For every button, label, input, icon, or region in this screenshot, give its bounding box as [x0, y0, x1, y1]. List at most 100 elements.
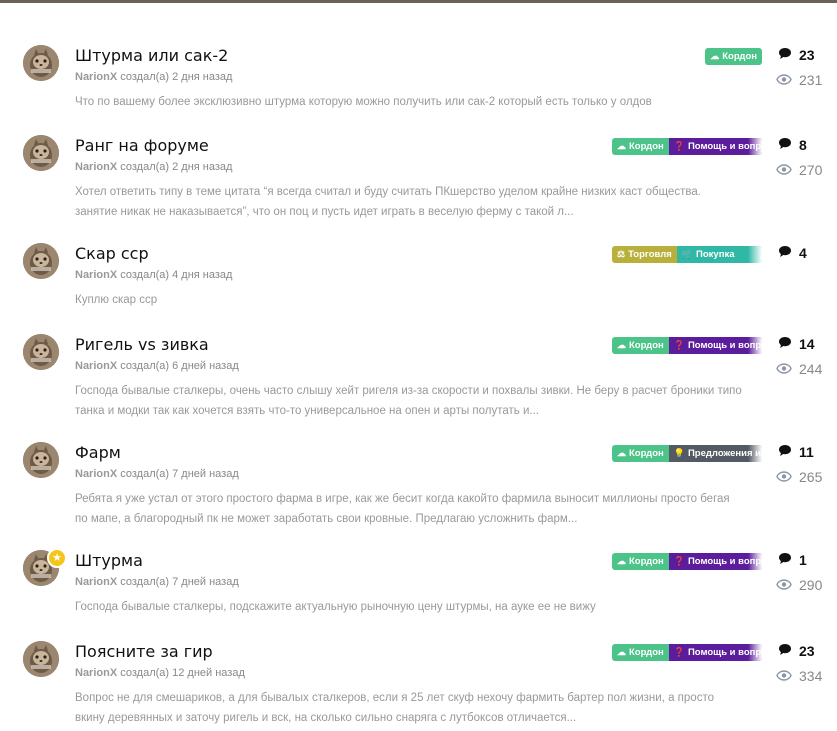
comment-icon — [778, 552, 792, 568]
tag-cloud[interactable]: ☁ Кордон — [705, 48, 762, 65]
topic-excerpt: Что по вашему более эксклюзивно штурма к… — [75, 96, 652, 108]
topic-title[interactable]: Штурма — [75, 551, 143, 571]
topic-title[interactable]: Фарм — [75, 443, 121, 463]
cloud-icon: ☁ — [710, 51, 720, 61]
replies-number: 11 — [799, 444, 814, 460]
author-link[interactable]: NarionX — [75, 360, 117, 372]
eye-icon — [776, 361, 792, 377]
views-count: 270 — [776, 162, 822, 178]
question-icon: ❓ — [673, 141, 685, 151]
eye-icon — [776, 72, 792, 88]
topic-title[interactable]: Ригель vs зивка — [75, 335, 209, 355]
topic-tags: ⚖ Торговля 🛒 Покупка — [612, 246, 762, 263]
tag-label: Кордон — [629, 340, 664, 351]
comment-icon — [778, 643, 792, 659]
comment-icon — [778, 444, 792, 460]
comment-icon — [778, 336, 792, 352]
topic-meta: NarionX создал(а) 7 дней назад — [75, 467, 239, 481]
tag-label: Помощь и вопросы — [687, 340, 762, 351]
tag-cloud[interactable]: ☁ Кордон — [612, 644, 669, 661]
tag-scales[interactable]: ⚖ Торговля — [612, 246, 677, 263]
tag-label: Кордон — [629, 448, 664, 459]
replies-count: 23 — [778, 47, 821, 63]
tag-question[interactable]: ❓Помощь и вопросы — [668, 337, 762, 354]
tag-label: Кордон — [722, 51, 757, 62]
topic-tags: ☁Кордон💡Предложения и идеи — [612, 445, 762, 462]
replies-number: 23 — [799, 643, 815, 659]
tag-cloud[interactable]: ☁ Кордон — [612, 445, 669, 462]
question-icon: ❓ — [673, 556, 685, 566]
author-link[interactable]: NarionX — [75, 468, 117, 480]
question-icon: ❓ — [673, 340, 685, 350]
topic-meta: NarionX создал(а) 6 дней назад — [75, 359, 239, 373]
topic-title[interactable]: Штурма или сак-2 — [75, 46, 228, 66]
cloud-icon: ☁ — [617, 141, 626, 151]
topic-tags: ☁ Кордон — [705, 48, 762, 65]
tag-cart[interactable]: 🛒 Покупка — [676, 246, 762, 263]
topic-excerpt: Куплю скар сср — [75, 294, 158, 306]
author-link[interactable]: NarionX — [75, 161, 117, 173]
views-count: 265 — [776, 469, 822, 485]
topic-excerpt: Хотел ответить типу в теме цитата “я все… — [75, 186, 701, 218]
tag-question[interactable]: ❓Помощь и вопросы — [668, 644, 762, 661]
avatar[interactable] — [23, 45, 59, 81]
avatar[interactable] — [23, 641, 59, 677]
cloud-icon: ☁ — [617, 448, 626, 458]
topic-meta: NarionX создал(а) 2 дня назад — [75, 160, 232, 174]
avatar[interactable] — [23, 442, 59, 478]
created-time: создал(а) 4 дня назад — [120, 269, 233, 281]
views-count: 231 — [776, 72, 823, 88]
replies-count: 8 — [778, 137, 821, 153]
star-icon: ★ — [47, 548, 67, 568]
avatar[interactable] — [23, 135, 59, 171]
scales-icon: ⚖ — [617, 249, 626, 259]
topic-tags: ☁Кордон❓Помощь и вопросы — [612, 553, 762, 570]
author-link[interactable]: NarionX — [75, 71, 117, 83]
created-time: создал(а) 6 дней назад — [120, 360, 239, 372]
topic-title[interactable]: Скар сср — [75, 244, 149, 264]
tag-bulb[interactable]: 💡Предложения и идеи — [668, 445, 762, 462]
tag-cloud[interactable]: ☁ Кордон — [612, 337, 669, 354]
eye-icon — [776, 469, 792, 485]
views-number: 244 — [799, 361, 823, 377]
tag-cloud[interactable]: ☁ Кордон — [612, 553, 669, 570]
cloud-icon: ☁ — [617, 556, 626, 566]
tag-question[interactable]: ❓Помощь и вопросы — [668, 553, 762, 570]
avatar[interactable] — [23, 334, 59, 370]
avatar[interactable] — [23, 243, 59, 279]
topic-tags: ☁Кордон❓Помощь и вопросы — [612, 337, 762, 354]
topic-title[interactable]: Поясните за гир — [75, 642, 213, 662]
eye-icon — [776, 668, 792, 684]
topic-title[interactable]: Ранг на форуме — [75, 136, 209, 156]
cloud-icon: ☁ — [617, 340, 626, 350]
views-number: 290 — [799, 577, 823, 593]
comment-icon — [778, 245, 792, 261]
cart-icon: 🛒 — [681, 249, 694, 259]
topic-excerpt: Ребята я уже устал от этого простого фар… — [75, 493, 730, 525]
replies-number: 8 — [799, 137, 807, 153]
topic-meta: NarionX создал(а) 4 дня назад — [75, 268, 232, 282]
tag-question[interactable]: ❓Помощь и вопросы — [668, 138, 762, 155]
replies-number: 4 — [799, 245, 807, 261]
replies-count: 11 — [778, 444, 821, 460]
author-link[interactable]: NarionX — [75, 576, 117, 588]
tag-label: Кордон — [629, 647, 664, 658]
author-link[interactable]: NarionX — [75, 269, 117, 281]
eye-icon — [776, 162, 792, 178]
views-number: 231 — [799, 72, 823, 88]
tag-cloud[interactable]: ☁ Кордон — [612, 138, 669, 155]
bulb-icon: 💡 — [673, 448, 685, 458]
topic-tags: ☁Кордон❓Помощь и вопросы — [612, 644, 762, 661]
views-number: 334 — [799, 668, 823, 684]
tag-label: Помощь и вопросы — [687, 647, 762, 658]
topic-excerpt: Господа бывалые сталкеры, очень часто сл… — [75, 385, 742, 417]
cloud-icon: ☁ — [617, 647, 626, 657]
created-time: создал(а) 2 дня назад — [120, 161, 233, 173]
author-link[interactable]: NarionX — [75, 667, 117, 679]
replies-count: 23 — [778, 643, 821, 659]
topic-excerpt: Вопрос не для смешариков, а для бывалых … — [75, 692, 714, 724]
topic-meta: NarionX создал(а) 12 дней назад — [75, 666, 245, 680]
views-count: 244 — [776, 361, 823, 377]
replies-number: 23 — [799, 47, 815, 63]
created-time: создал(а) 7 дней назад — [120, 468, 239, 480]
